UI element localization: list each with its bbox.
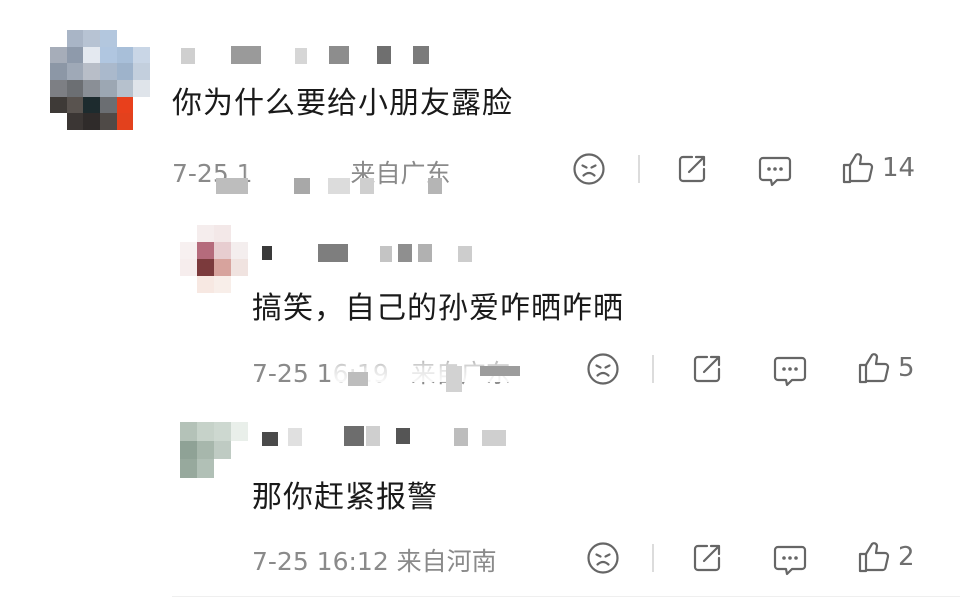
share-icon	[693, 355, 721, 383]
like-button[interactable]: 5	[856, 350, 915, 386]
thumbs-up-icon	[858, 542, 890, 573]
username-redacted[interactable]	[175, 44, 435, 68]
reply-button[interactable]	[772, 354, 808, 388]
share-button[interactable]	[690, 541, 724, 575]
reply-button[interactable]	[757, 154, 793, 188]
comment-text: 你为什么要给小朋友露脸	[172, 86, 513, 121]
dislike-button[interactable]	[586, 352, 620, 386]
thumbs-up-icon	[842, 153, 874, 184]
share-button[interactable]	[675, 152, 709, 186]
avatar[interactable]	[50, 30, 150, 130]
action-divider	[638, 155, 640, 183]
share-button[interactable]	[690, 352, 724, 386]
frown-icon	[587, 542, 619, 574]
like-count: 2	[898, 542, 915, 572]
like-count: 5	[898, 353, 915, 383]
dislike-button[interactable]	[572, 152, 606, 186]
username-redacted[interactable]	[258, 242, 498, 264]
redacted-blocks	[330, 366, 530, 400]
like-button[interactable]: 2	[856, 539, 915, 575]
comment-meta: 7-25 16:12 来自河南	[252, 547, 497, 576]
share-icon	[693, 544, 721, 572]
reply-button[interactable]	[772, 543, 808, 577]
avatar[interactable]	[180, 422, 248, 478]
dislike-button[interactable]	[586, 541, 620, 575]
comment-icon	[758, 156, 792, 187]
like-button[interactable]: 14	[840, 150, 915, 186]
thumbs-up-icon	[858, 353, 890, 384]
comment-icon	[773, 356, 807, 387]
username-redacted[interactable]	[258, 426, 518, 450]
frown-icon	[587, 353, 619, 385]
avatar[interactable]	[180, 225, 248, 293]
comment-thread: 你为什么要给小朋友露脸 7-25 1 来自广东 14 搞笑，自己的孙爱咋晒咋晒 …	[0, 0, 960, 600]
redacted-blocks	[210, 176, 450, 198]
frown-icon	[573, 153, 605, 185]
action-divider	[652, 355, 654, 383]
comment-icon	[773, 545, 807, 576]
like-count: 14	[882, 153, 916, 183]
comment-text: 那你赶紧报警	[252, 480, 438, 515]
comment-text: 搞笑，自己的孙爱咋晒咋晒	[252, 291, 624, 326]
bottom-divider	[172, 596, 960, 597]
action-divider	[652, 544, 654, 572]
share-icon	[678, 155, 706, 183]
